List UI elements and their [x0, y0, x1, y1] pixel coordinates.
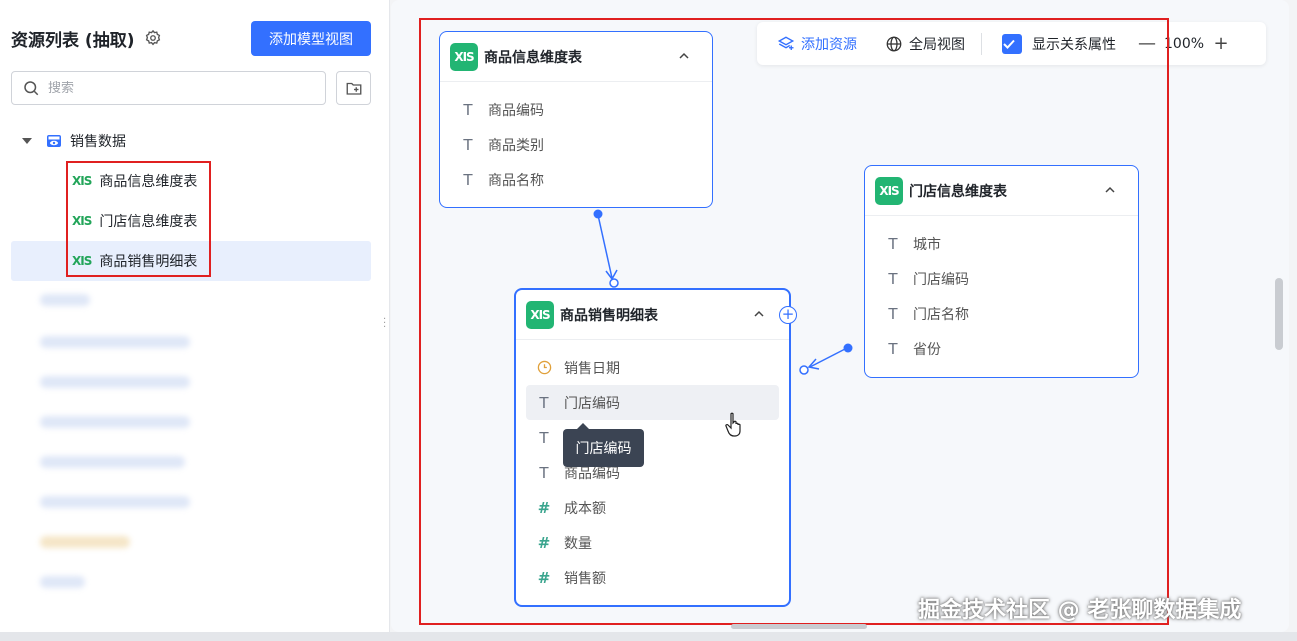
- zoom-in-button[interactable]: +: [1212, 33, 1230, 54]
- blurred-row: [40, 336, 190, 348]
- blurred-row: [40, 416, 190, 428]
- sidebar-title: 资源列表 (抽取): [11, 31, 135, 51]
- highlight-box-tree: [66, 161, 211, 277]
- horizontal-scrollbar[interactable]: [731, 624, 867, 629]
- panel-splitter[interactable]: · · ·: [383, 315, 386, 333]
- watermark: 掘金技术社区 @ 老张聊数据集成: [918, 598, 1242, 623]
- blurred-row: [40, 294, 90, 306]
- search-icon: [24, 81, 39, 96]
- blurred-row: [40, 496, 190, 508]
- tree-root-sales-data[interactable]: 销售数据: [22, 130, 126, 152]
- vertical-scrollbar[interactable]: [1275, 278, 1283, 350]
- folder-add-icon: [346, 82, 361, 95]
- dataset-view-icon: [47, 135, 61, 147]
- blurred-row: [40, 536, 130, 548]
- blurred-row: [40, 376, 190, 388]
- caret-down-icon[interactable]: [22, 138, 32, 144]
- bottom-bar: [0, 632, 1297, 641]
- tree-root-label: 销售数据: [70, 134, 126, 150]
- highlight-box-canvas: [419, 18, 1169, 625]
- new-folder-button[interactable]: [336, 71, 371, 105]
- zoom-level: 100%: [1164, 35, 1205, 52]
- search-box[interactable]: [11, 71, 326, 105]
- blurred-row: [40, 576, 85, 588]
- add-model-view-button[interactable]: 添加模型视图: [251, 21, 371, 56]
- gear-icon[interactable]: [144, 29, 162, 47]
- resource-sidebar: 资源列表 (抽取) 添加模型视图 销售数据 XIS 商品信息维度表 XIS 门店…: [0, 0, 390, 641]
- blurred-row: [40, 456, 185, 468]
- search-input[interactable]: [48, 80, 298, 96]
